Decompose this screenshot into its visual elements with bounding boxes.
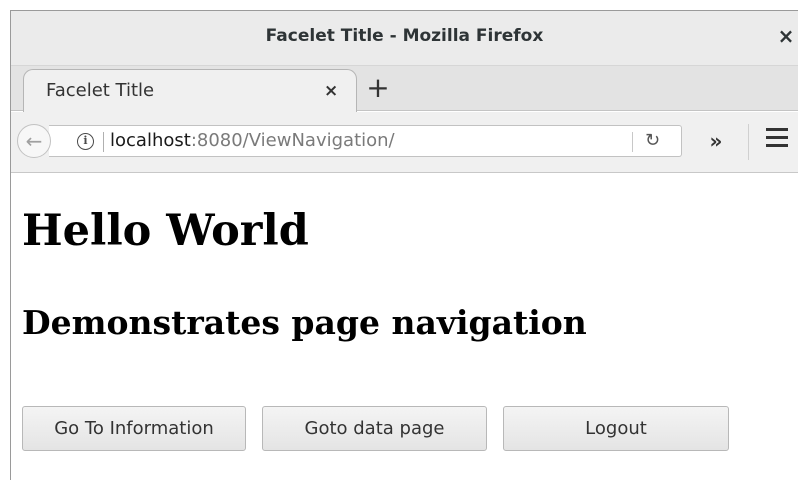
navigation-toolbar: i localhost:8080/ViewNavigation/ ↻ ← » <box>11 112 798 173</box>
back-button[interactable]: ← <box>17 124 51 158</box>
browser-window: Facelet Title - Mozilla Firefox × Facele… <box>10 10 798 480</box>
window-title: Facelet Title - Mozilla Firefox <box>265 26 544 46</box>
logout-button[interactable]: Logout <box>503 406 729 451</box>
window-titlebar: Facelet Title - Mozilla Firefox × <box>11 11 798 66</box>
url-host: localhost <box>110 130 191 151</box>
page-heading: Hello World <box>22 206 309 256</box>
tab-bar: Facelet Title × + <box>11 66 798 112</box>
url-separator <box>103 132 104 152</box>
tab-label: Facelet Title <box>46 80 155 101</box>
menu-bar-line <box>766 144 788 147</box>
info-icon[interactable]: i <box>77 133 94 150</box>
page-subheading: Demonstrates page navigation <box>22 303 587 342</box>
new-tab-button[interactable]: + <box>363 70 393 106</box>
hamburger-menu-icon[interactable] <box>766 128 788 154</box>
goto-data-page-button[interactable]: Goto data page <box>262 406 487 451</box>
reload-separator <box>632 132 633 152</box>
window-close-button[interactable]: × <box>776 24 796 48</box>
reload-icon[interactable]: ↻ <box>645 130 660 151</box>
menu-bar-line <box>766 136 788 139</box>
tab-close-icon[interactable]: × <box>324 81 338 101</box>
tab-facelet-title[interactable]: Facelet Title × <box>23 69 357 112</box>
url-path: :8080/ViewNavigation/ <box>190 130 395 151</box>
go-to-information-button[interactable]: Go To Information <box>22 406 246 451</box>
toolbar-separator <box>748 124 749 160</box>
toolbar-overflow-button[interactable]: » <box>705 126 727 156</box>
url-text[interactable]: localhost:8080/ViewNavigation/ <box>110 130 395 151</box>
menu-bar-line <box>766 128 788 131</box>
url-bar[interactable]: i localhost:8080/ViewNavigation/ ↻ <box>49 125 682 157</box>
